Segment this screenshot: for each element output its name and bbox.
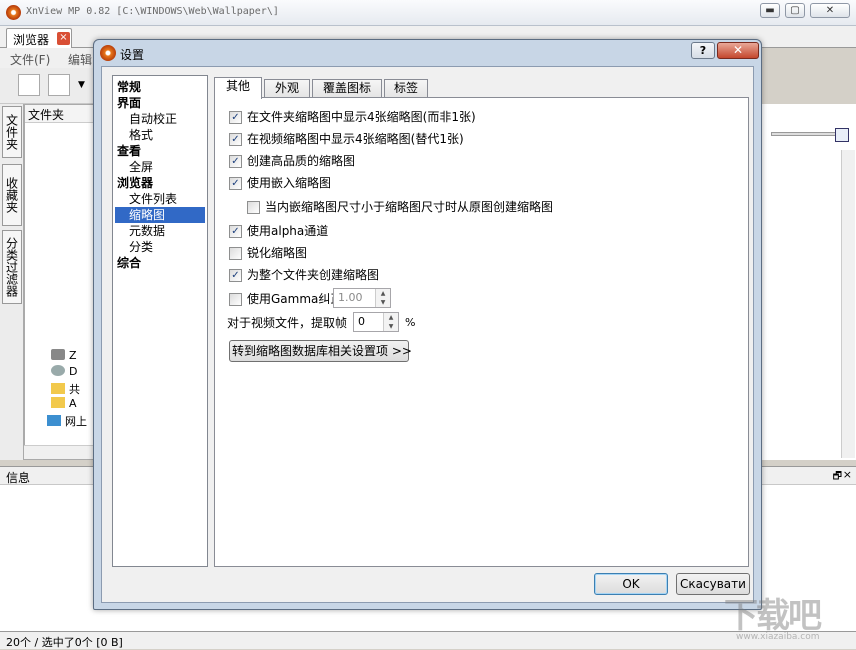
dialog-title-bar[interactable]: 设置 ? ✕ — [94, 40, 761, 66]
checkbox[interactable] — [229, 247, 242, 260]
app-title: XnView MP 0.82 [C:\WINDOWS\Web\Wallpaper… — [26, 6, 279, 17]
video-frame-value: 0 — [358, 315, 365, 328]
tree-item[interactable]: Z — [51, 349, 77, 365]
video-frame-label: 对于视频文件，提取帧 — [227, 316, 348, 330]
main-toolbar: ▼ — [0, 68, 100, 104]
close-icon[interactable]: × — [843, 468, 852, 481]
checkbox[interactable]: ✓ — [229, 177, 242, 190]
menu-file[interactable]: 文件(F) — [10, 51, 50, 68]
category-view[interactable]: 查看 — [117, 143, 141, 159]
tree-item[interactable]: A — [51, 397, 77, 413]
category-formats[interactable]: 格式 — [129, 127, 153, 143]
tree-item[interactable]: 共 — [51, 381, 80, 397]
folder-panel-header: 文件夹 — [25, 105, 101, 123]
checkbox[interactable] — [229, 293, 242, 306]
thumbnail-size-slider[interactable] — [771, 132, 837, 136]
category-categories[interactable]: 分类 — [129, 239, 153, 255]
tab-other[interactable]: 其他 — [214, 77, 262, 99]
thumbnail-scrollbar[interactable] — [841, 150, 855, 458]
app-close-button[interactable]: ✕ — [810, 3, 850, 18]
watermark-url: www.xiazaiba.com — [736, 632, 820, 642]
folder-icon — [51, 397, 65, 408]
folder-tree-panel: 文件夹 Z D 共 A 网上 — [24, 104, 101, 460]
app-title-bar: XnView MP 0.82 [C:\WINDOWS\Web\Wallpaper… — [0, 0, 856, 26]
chevron-down-icon[interactable]: ▼ — [78, 80, 85, 90]
side-tab-favorites[interactable]: 收藏夹 — [2, 164, 22, 226]
settings-tab-row: 其他 外观 覆盖图标 标签 — [214, 77, 434, 99]
thumbnail-db-settings-button[interactable]: 转到缩略图数据库相关设置项 >> — [229, 340, 412, 362]
checkbox[interactable]: ✓ — [229, 111, 242, 124]
xnview-logo-icon — [6, 5, 21, 20]
watermark-logo: 下载吧 — [724, 596, 822, 636]
cdrom-icon — [51, 365, 65, 376]
restore-icon[interactable]: 🗗 — [833, 469, 842, 486]
tab-appearance[interactable]: 外观 — [264, 79, 310, 98]
gamma-stepper[interactable]: 1.00 ▲ ▼ — [333, 288, 391, 308]
ok-button[interactable]: OK — [594, 573, 668, 595]
gamma-value: 1.00 — [338, 291, 363, 304]
video-frame-unit: % — [405, 316, 416, 329]
category-list: 常规 界面 自动校正 格式 查看 全屏 浏览器 文件列表 缩略图 元数据 分类 … — [112, 75, 208, 567]
xnview-logo-icon — [100, 45, 116, 61]
menu-edit[interactable]: 编辑 — [68, 51, 92, 68]
category-file-list[interactable]: 文件列表 — [129, 191, 177, 207]
tab-labels[interactable]: 标签 — [384, 79, 428, 98]
category-interface[interactable]: 界面 — [117, 95, 141, 111]
thumbnail-size-icon[interactable] — [835, 128, 849, 142]
category-fullscreen[interactable]: 全屏 — [129, 159, 153, 175]
checkbox[interactable]: ✓ — [229, 225, 242, 238]
category-thumbnails[interactable]: 缩略图 — [115, 207, 205, 223]
tab-browser[interactable]: 浏览器 × — [6, 28, 72, 48]
help-button[interactable]: ? — [691, 42, 715, 59]
tree-item[interactable]: 网上 — [47, 413, 87, 429]
dialog-close-button[interactable]: ✕ — [717, 42, 759, 59]
view-mode-icon[interactable] — [48, 74, 70, 96]
dialog-body: 常规 界面 自动校正 格式 查看 全屏 浏览器 文件列表 缩略图 元数据 分类 … — [101, 66, 754, 603]
tab-close-icon[interactable]: × — [57, 32, 70, 45]
checkbox[interactable]: ✓ — [229, 269, 242, 282]
minimize-button[interactable]: ▬ — [760, 3, 780, 18]
stepper-arrows-icon[interactable]: ▲ ▼ — [375, 289, 390, 307]
category-integration[interactable]: 综合 — [117, 255, 141, 271]
status-text: 20个 / 选中了0个 [0 B] — [6, 636, 123, 649]
side-tab-category-filter[interactable]: 分类过滤器 — [2, 230, 22, 304]
maximize-button[interactable]: ▢ — [785, 3, 805, 18]
side-tab-folders[interactable]: 文件夹 — [2, 106, 22, 158]
category-general[interactable]: 常规 — [117, 79, 141, 95]
checkbox[interactable] — [247, 201, 260, 214]
menu-bar: 文件(F) 编辑 — [0, 48, 100, 68]
thumbnail-area — [760, 104, 856, 460]
info-panel-title: 信息 — [6, 471, 31, 485]
network-icon — [47, 415, 61, 426]
tab-overlay-icons[interactable]: 覆盖图标 — [312, 79, 382, 98]
dialog-title: 设置 — [120, 48, 145, 62]
side-tab-column: 文件夹 收藏夹 分类过滤器 — [0, 104, 24, 460]
tab-panel-other: ✓ 在文件夹缩略图中显示4张缩略图(而非1张) ✓ 在视频缩略图中显示4张缩略图… — [214, 97, 749, 567]
stepper-arrows-icon[interactable]: ▲ ▼ — [383, 313, 398, 331]
folder-icon — [51, 383, 65, 394]
category-browser[interactable]: 浏览器 — [117, 175, 153, 191]
checkbox[interactable]: ✓ — [229, 133, 242, 146]
checkbox[interactable]: ✓ — [229, 155, 242, 168]
drive-icon — [51, 349, 65, 360]
category-metadata[interactable]: 元数据 — [129, 223, 165, 239]
fullscreen-icon[interactable] — [18, 74, 40, 96]
tab-browser-label: 浏览器 — [13, 33, 50, 47]
tree-item[interactable]: D — [51, 365, 77, 381]
settings-dialog: 设置 ? ✕ 常规 界面 自动校正 格式 查看 全屏 浏览器 文件列表 缩略图 … — [93, 39, 762, 610]
folder-horizontal-scrollbar[interactable] — [24, 445, 100, 459]
video-frame-stepper[interactable]: 0 ▲ ▼ — [353, 312, 399, 332]
category-auto-correction[interactable]: 自动校正 — [129, 111, 177, 127]
